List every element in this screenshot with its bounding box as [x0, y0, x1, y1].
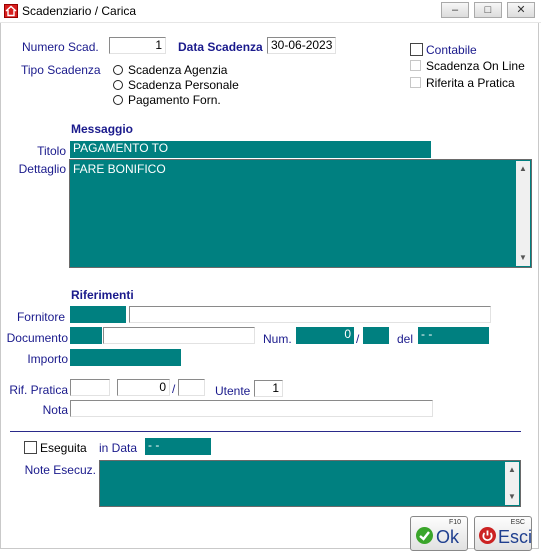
rif-pratica-field-c[interactable]: [178, 379, 205, 396]
checkbox-icon: [410, 43, 423, 56]
messaggio-section-title: Messaggio: [71, 122, 134, 136]
esci-button[interactable]: ESC Esci: [474, 516, 532, 551]
del-date-field[interactable]: - -: [418, 327, 489, 344]
contabile-label: Contabile: [426, 43, 477, 57]
rif-pratica-slash: /: [172, 382, 176, 396]
home-icon: [4, 4, 18, 18]
minimize-button[interactable]: –: [441, 2, 469, 18]
power-icon: [479, 527, 496, 544]
dettaglio-label: Dettaglio: [18, 162, 66, 176]
numero-scad-label: Numero Scad.: [22, 40, 99, 54]
window-title: Scadenziario / Carica: [22, 4, 137, 18]
radio-icon: [113, 95, 123, 105]
ok-shortcut: F10: [448, 519, 461, 526]
documento-label: Documento: [6, 331, 68, 345]
numero-scad-field[interactable]: 1: [109, 37, 166, 54]
minimize-icon: –: [451, 4, 459, 16]
fornitore-code-field[interactable]: [70, 306, 126, 323]
tipo-option-label: Scadenza Agenzia: [128, 63, 228, 77]
ok-label: Ok: [436, 527, 460, 547]
fornitore-label: Fornitore: [16, 310, 65, 324]
scroll-down-icon[interactable]: ▼: [505, 491, 519, 503]
fornitore-name-field[interactable]: [129, 306, 491, 323]
num-suffix-field[interactable]: [363, 327, 389, 344]
titolo-label: Titolo: [37, 144, 66, 158]
in-data-field[interactable]: - -: [145, 438, 211, 455]
rif-pratica-field-a[interactable]: [70, 379, 110, 396]
dettaglio-scrollbar[interactable]: ▲ ▼: [516, 161, 530, 266]
utente-field[interactable]: 1: [254, 380, 283, 397]
in-data-label: in Data: [99, 441, 138, 455]
num-field[interactable]: 0: [296, 327, 354, 344]
riferimenti-section-title: Riferimenti: [71, 288, 134, 302]
radio-icon: [113, 80, 123, 90]
scroll-down-icon[interactable]: ▼: [516, 252, 530, 264]
radio-icon: [113, 65, 123, 75]
del-label: del: [397, 332, 414, 346]
importo-label: Importo: [27, 352, 68, 366]
documento-code-field[interactable]: [70, 327, 102, 344]
tipo-scadenza-label: Tipo Scadenza: [21, 63, 101, 77]
riferita-pratica-label: Riferita a Pratica: [426, 76, 515, 90]
maximize-button[interactable]: □: [474, 2, 502, 18]
esci-shortcut: ESC: [510, 519, 525, 526]
checkbox-icon: [410, 77, 421, 88]
utente-label: Utente: [215, 384, 251, 398]
check-icon: [416, 527, 433, 544]
data-scadenza-label: Data Scadenza: [178, 40, 263, 54]
num-slash: /: [356, 332, 360, 346]
esci-label: Esci: [498, 527, 533, 547]
dettaglio-text: FARE BONIFICO: [73, 162, 166, 176]
importo-field[interactable]: [70, 349, 181, 366]
rif-pratica-field-b[interactable]: 0: [117, 379, 170, 396]
tipo-option-label: Scadenza Personale: [128, 78, 239, 92]
nota-field[interactable]: [70, 400, 433, 417]
ok-button[interactable]: F10 Ok: [410, 516, 468, 551]
section-divider: [10, 431, 521, 432]
nota-label: Nota: [42, 403, 68, 417]
title-bar: Scadenziario / Carica – □ ✕: [0, 0, 541, 23]
note-esecuz-scrollbar[interactable]: ▲ ▼: [505, 462, 519, 505]
close-icon: ✕: [516, 4, 526, 16]
titolo-field[interactable]: PAGAMENTO TO: [70, 141, 431, 158]
tipo-option-label: Pagamento Forn.: [128, 93, 221, 107]
rif-pratica-label: Rif. Pratica: [9, 383, 68, 397]
checkbox-icon: [410, 60, 421, 71]
note-esecuz-label: Note Esecuz.: [24, 463, 96, 477]
dettaglio-textarea[interactable]: FARE BONIFICO ▲ ▼: [69, 159, 532, 268]
checkbox-icon: [24, 441, 37, 454]
maximize-icon: □: [484, 4, 492, 16]
close-button[interactable]: ✕: [507, 2, 535, 18]
note-esecuz-textarea[interactable]: ▲ ▼: [99, 460, 521, 507]
num-label: Num.: [263, 332, 292, 346]
data-scadenza-field[interactable]: 30-06-2023: [267, 37, 336, 54]
scadenza-online-label: Scadenza On Line: [426, 59, 525, 73]
scroll-up-icon[interactable]: ▲: [516, 163, 530, 175]
scroll-up-icon[interactable]: ▲: [505, 464, 519, 476]
eseguita-label: Eseguita: [40, 441, 87, 455]
documento-desc-field[interactable]: [103, 327, 255, 344]
